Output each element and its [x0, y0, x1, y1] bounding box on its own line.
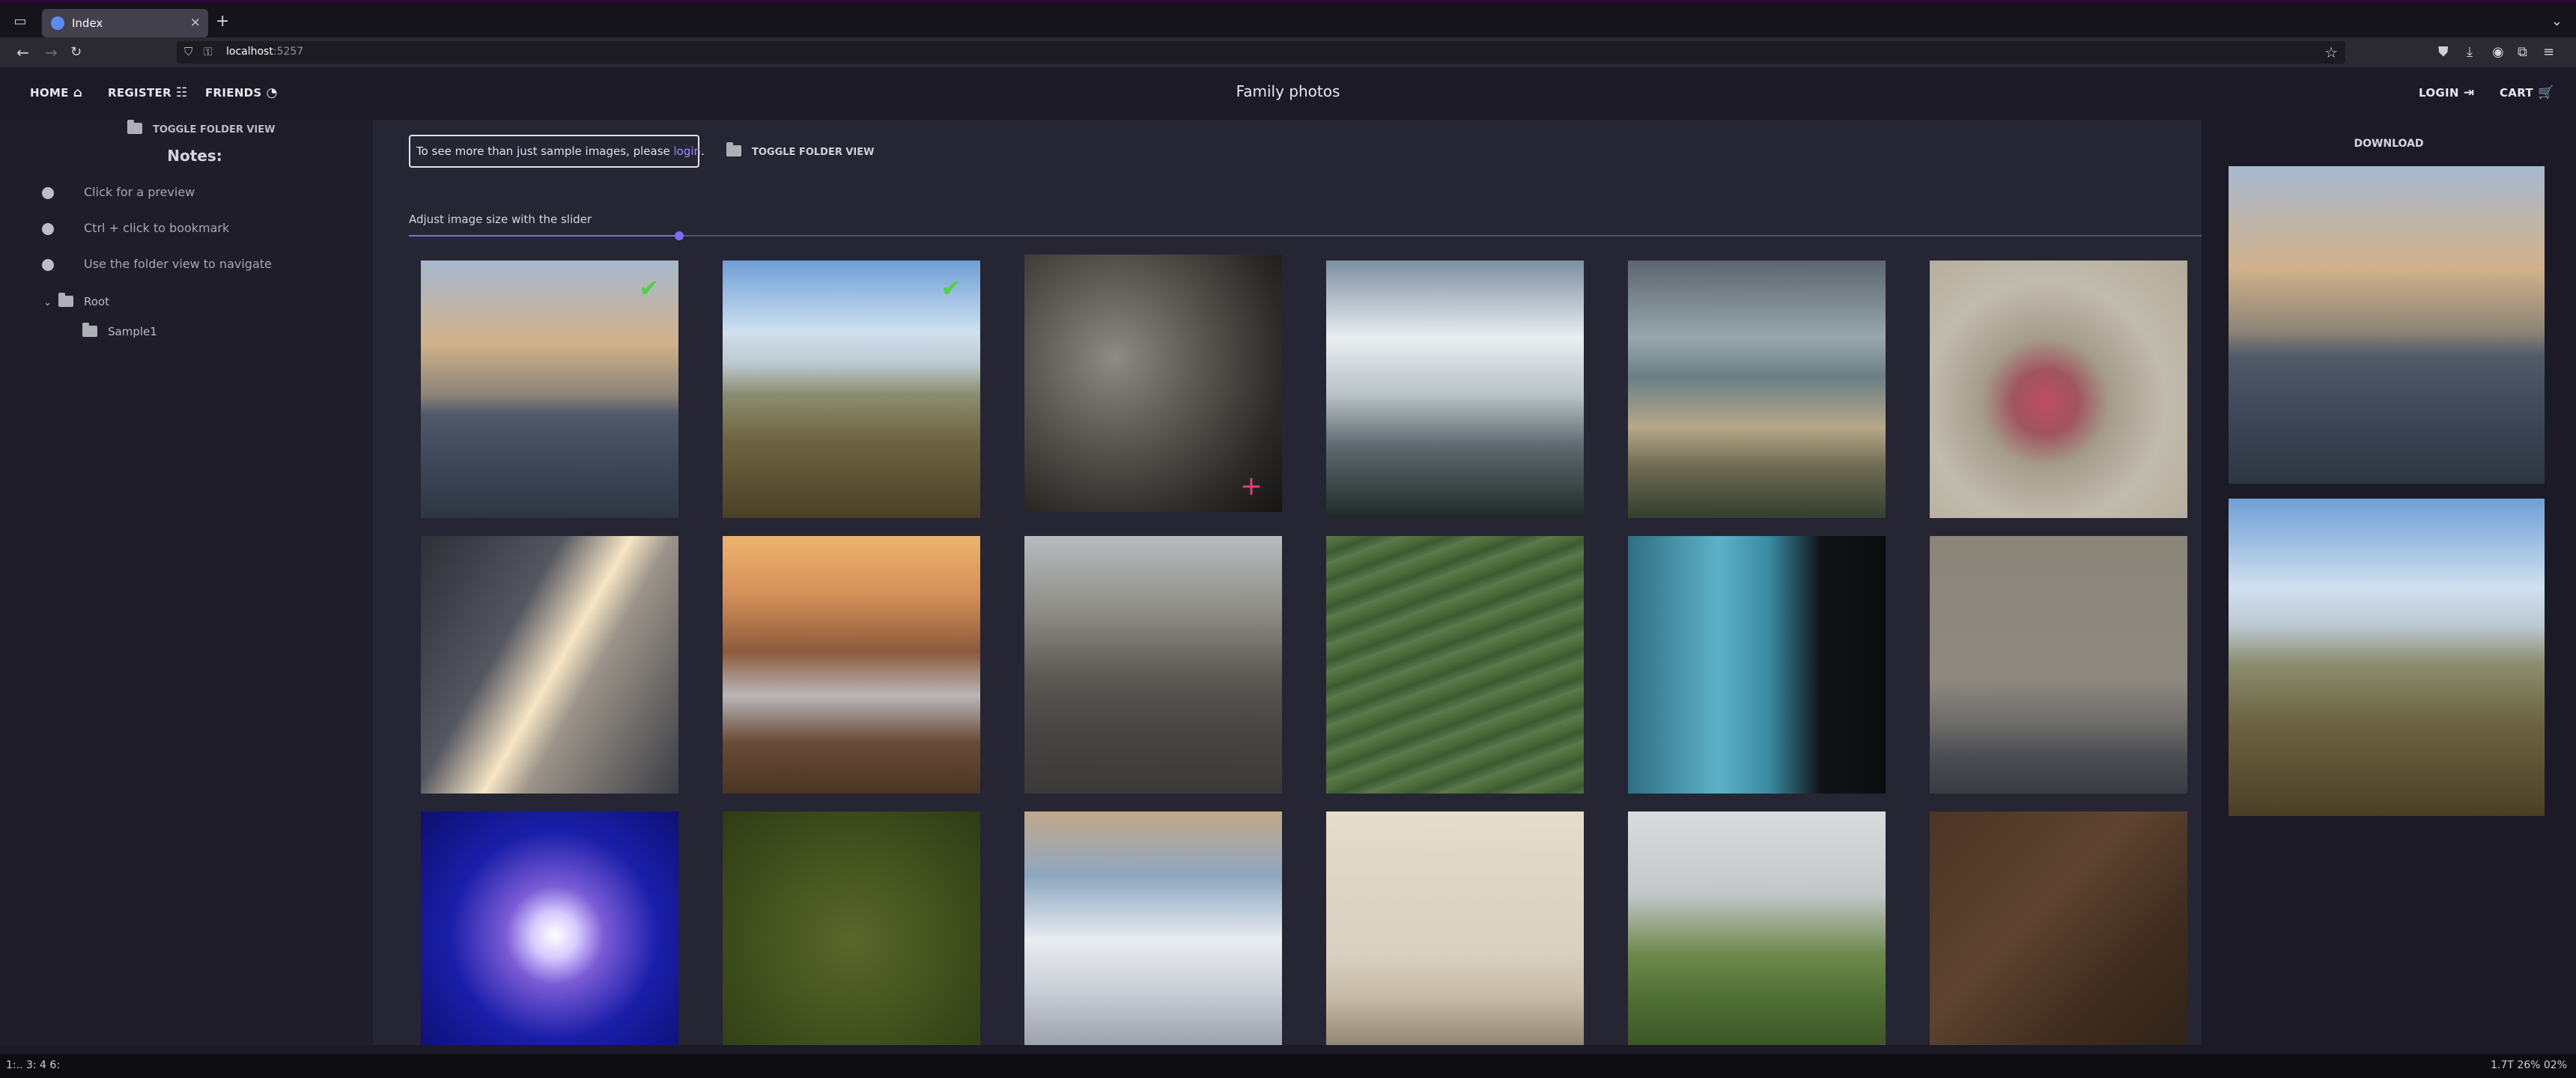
folder-icon [58, 293, 73, 307]
photo-thumbnail-sea[interactable]: ✔ [421, 261, 678, 518]
system-taskbar: 1:.. 3: 4 6: 1.7T 26% 02% [0, 1054, 2576, 1078]
sidebar: TOGGLE FOLDER VIEW Notes: Click for a pr… [0, 120, 373, 1045]
toggle-folder-view-button[interactable]: TOGGLE FOLDER VIEW [726, 142, 875, 158]
slider-label: Adjust image size with the slider [409, 213, 592, 226]
folder-icon [82, 323, 97, 337]
photo-thumbnail-tools[interactable] [1930, 811, 2187, 1045]
folder-icon [726, 142, 741, 156]
photo-thumbnail-post[interactable] [1326, 811, 1584, 1045]
photo-thumbnail-station[interactable] [421, 536, 678, 794]
photo-thumbnail-beach[interactable] [1628, 261, 1886, 518]
chevron-down-icon[interactable]: ⌄ [2551, 13, 2563, 29]
selected-check-icon: ✔ [941, 274, 961, 302]
bullet-icon [42, 223, 54, 235]
tab-list-icon[interactable]: ▭ [10, 13, 30, 30]
preview-pane: DOWNLOAD [2202, 120, 2576, 1045]
photo-thumbnail-city[interactable] [1930, 536, 2187, 794]
favicon-icon [51, 16, 64, 30]
download-button[interactable]: DOWNLOAD [2202, 138, 2576, 150]
close-icon[interactable]: × [190, 15, 201, 30]
tree-item-sample1[interactable]: Sample1 [82, 323, 157, 343]
selected-check-icon: ✔ [639, 274, 659, 302]
photo-thumbnail-swing[interactable]: ✔ [723, 261, 980, 518]
photo-thumbnail-street[interactable] [1024, 536, 1282, 794]
cart-link[interactable]: CART 🛒 [2500, 85, 2554, 100]
photo-thumbnail-road[interactable] [723, 536, 980, 794]
extensions-icon[interactable]: ⧉ [2518, 43, 2527, 61]
app-header: HOME ⌂ REGISTER ☷ FRIENDS ◔ Family photos L… [0, 67, 2576, 120]
login-link[interactable]: LOGIN ⇥ [2419, 85, 2474, 100]
login-icon: ⇥ [2463, 85, 2475, 100]
browser-chrome: ▭ Index × + ⌄ ← → ↻ ⛉ ⚿ localhost:5257 ☆… [0, 0, 2576, 67]
reload-icon[interactable]: ↻ [70, 43, 82, 61]
add-bookmark-icon[interactable]: + [1240, 471, 1263, 502]
gallery: To see more than just sample images, ple… [373, 120, 2202, 1045]
back-icon[interactable]: ← [16, 43, 29, 61]
tab-strip: ▭ Index × + ⌄ [0, 0, 2576, 37]
chevron-down-icon[interactable]: ⌄ [43, 297, 58, 308]
account-icon[interactable]: ◉ [2492, 43, 2504, 61]
shield-icon[interactable]: ⛉ [184, 45, 192, 58]
browser-tab[interactable]: Index × [42, 9, 208, 37]
folder-icon [127, 120, 142, 134]
photo-thumbnail-car[interactable]: + [1024, 255, 1282, 512]
preview-image-sea[interactable] [2229, 166, 2545, 484]
preview-image-swing[interactable] [2229, 499, 2545, 816]
forward-icon[interactable]: → [45, 43, 58, 61]
system-tray: 1.7T 26% 02% [2491, 1059, 2567, 1071]
tree-item-root[interactable]: ⌄ Root [43, 293, 109, 313]
toggle-folder-view-button[interactable]: TOGGLE FOLDER VIEW [127, 120, 276, 135]
slider-fill [409, 235, 680, 237]
download-icon[interactable]: ⤓ [2467, 43, 2473, 61]
photo-thumbnail-monkey[interactable] [1930, 261, 2187, 518]
photo-thumbnail-moss[interactable] [723, 811, 980, 1045]
bullet-icon [42, 259, 54, 271]
pocket-icon[interactable]: ⛊ [2438, 43, 2449, 61]
photo-thumbnail-fireworks[interactable] [421, 811, 678, 1045]
notes-title: Notes: [167, 147, 222, 165]
photo-thumbnail-cliffs[interactable] [1628, 811, 1886, 1045]
login-hint: To see more than just sample images, ple… [409, 135, 705, 168]
photo-thumbnail-clouds[interactable] [1024, 811, 1282, 1045]
login-hint-link[interactable]: login [674, 144, 702, 158]
photo-thumbnail-tea[interactable] [1326, 536, 1584, 794]
page-info-icon[interactable]: ⚿ [204, 45, 212, 58]
bookmark-star-icon[interactable]: ☆ [2324, 43, 2338, 61]
navigation-bar: ← → ↻ ⛉ ⚿ localhost:5257 ☆ ⛊ ⤓ ◉ ⧉ ≡ [0, 37, 2576, 67]
slider-thumb[interactable] [675, 231, 684, 240]
new-tab-icon[interactable]: + [216, 13, 229, 30]
image-size-slider[interactable] [409, 231, 2202, 240]
cart-icon: 🛒 [2537, 85, 2554, 100]
tab-title: Index [72, 16, 103, 30]
url-bar[interactable]: ⛉ ⚿ localhost:5257 ☆ [177, 41, 2345, 64]
menu-icon[interactable]: ≡ [2543, 43, 2554, 61]
page-title: Family photos [1236, 82, 1340, 100]
workspace-indicator[interactable]: 1:.. 3: 4 6: [6, 1059, 60, 1071]
url-text[interactable]: localhost:5257 [226, 46, 303, 58]
photo-thumbnail-fog[interactable] [1326, 261, 1584, 518]
photo-thumbnail-phone[interactable] [1628, 536, 1886, 794]
bullet-icon [42, 187, 54, 199]
